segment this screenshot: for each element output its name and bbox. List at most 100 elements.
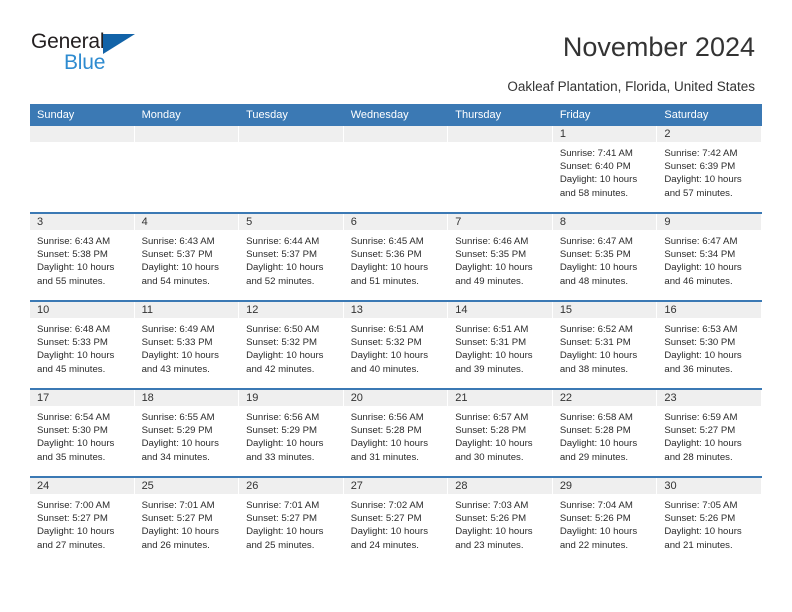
day-details: Sunrise: 7:04 AM Sunset: 5:26 PM Daylight:… <box>553 494 658 552</box>
sunrise-text: Sunrise: 6:44 AM <box>246 236 320 247</box>
day-details: Sunrise: 6:59 AM Sunset: 5:27 PM Daylight:… <box>657 406 762 464</box>
calendar-week-row: 1 Sunrise: 7:41 AM Sunset: 6:40 PM Daylight… <box>30 126 762 213</box>
day-cell-inner: 12 Sunrise: 6:50 AM Sunset: 5:32 PM Dayligh… <box>239 302 344 388</box>
sunrise-text: Sunrise: 6:58 AM <box>559 412 633 423</box>
calendar-day-cell[interactable]: 15 Sunrise: 6:52 AM Sunset: 5:31 PM Dayligh… <box>552 300 658 389</box>
day-cell-inner: 20 Sunrise: 6:56 AM Sunset: 5:28 PM Dayligh… <box>343 390 449 476</box>
sunset-text: Sunset: 5:26 PM <box>664 513 736 525</box>
sunset-text: Sunset: 5:37 PM <box>141 249 213 261</box>
calendar-day-cell[interactable]: 19 Sunrise: 6:56 AM Sunset: 5:29 PM Dayligh… <box>239 388 344 477</box>
sunset-text: Sunset: 5:27 PM <box>664 425 736 437</box>
page-title: November 2024 <box>562 32 755 62</box>
day-header-friday: Friday <box>552 104 658 126</box>
calendar-day-cell[interactable]: 22 Sunrise: 6:58 AM Sunset: 5:28 PM Dayligh… <box>552 388 658 477</box>
daylight-text: Daylight: 10 hours and 48 minutes. <box>559 262 638 287</box>
calendar-day-cell[interactable]: 2 Sunrise: 7:42 AM Sunset: 6:39 PM Daylight… <box>657 126 762 213</box>
calendar-day-cell[interactable]: 18 Sunrise: 6:55 AM Sunset: 5:29 PM Dayligh… <box>134 388 240 477</box>
calendar-day-cell[interactable]: 13 Sunrise: 6:51 AM Sunset: 5:32 PM Dayligh… <box>343 300 449 389</box>
daylight-text: Daylight: 10 hours and 55 minutes. <box>37 262 115 287</box>
daylight-text: Daylight: 10 hours and 31 minutes. <box>350 438 429 463</box>
calendar-day-cell[interactable]: 12 Sunrise: 6:50 AM Sunset: 5:32 PM Dayligh… <box>239 300 344 389</box>
calendar-day-cell[interactable]: 14 Sunrise: 6:51 AM Sunset: 5:31 PM Dayligh… <box>448 300 553 389</box>
sunset-text: Sunset: 5:31 PM <box>559 337 631 349</box>
day-cell-inner: 26 Sunrise: 7:01 AM Sunset: 5:27 PM Dayligh… <box>239 478 344 564</box>
calendar-day-cell[interactable]: 25 Sunrise: 7:01 AM Sunset: 5:27 PM Dayligh… <box>134 476 240 564</box>
day-number: 22 <box>552 390 658 406</box>
day-details: Sunrise: 7:41 AM Sunset: 6:40 PM Daylight:… <box>553 142 658 200</box>
daylight-text: Daylight: 10 hours and 39 minutes. <box>455 350 533 375</box>
day-header-sunday: Sunday <box>30 104 135 126</box>
daylight-text: Daylight: 10 hours and 51 minutes. <box>350 262 429 287</box>
day-details: Sunrise: 6:53 AM Sunset: 5:30 PM Daylight:… <box>657 318 762 376</box>
day-cell-inner <box>448 126 553 212</box>
daylight-text: Daylight: 10 hours and 45 minutes. <box>37 350 115 375</box>
day-number: 27 <box>343 478 449 494</box>
day-number: 3 <box>30 214 135 230</box>
day-of-week-header-row: Sunday Monday Tuesday Wednesday Thursday… <box>30 104 762 126</box>
calendar-day-cell[interactable]: 1 Sunrise: 7:41 AM Sunset: 6:40 PM Daylight… <box>552 126 658 213</box>
calendar-day-cell <box>134 126 240 213</box>
day-header-saturday: Saturday <box>657 104 762 126</box>
daylight-text: Daylight: 10 hours and 43 minutes. <box>141 350 219 375</box>
daylight-text: Daylight: 10 hours and 52 minutes. <box>246 262 324 287</box>
sunrise-text: Sunrise: 6:52 AM <box>559 324 633 335</box>
page-header: General Blue November 2024 Oakleaf Plant… <box>0 0 792 104</box>
calendar-day-cell[interactable]: 17 Sunrise: 6:54 AM Sunset: 5:30 PM Dayligh… <box>30 388 135 477</box>
day-number: 12 <box>239 302 344 318</box>
day-details: Sunrise: 6:50 AM Sunset: 5:32 PM Daylight:… <box>239 318 344 376</box>
day-number: 8 <box>552 214 658 230</box>
calendar-day-cell[interactable]: 8 Sunrise: 6:47 AM Sunset: 5:35 PM Daylight… <box>552 212 658 301</box>
day-details: Sunrise: 7:01 AM Sunset: 5:27 PM Daylight:… <box>135 494 240 552</box>
calendar-day-cell[interactable]: 9 Sunrise: 6:47 AM Sunset: 5:34 PM Daylight… <box>657 212 762 301</box>
logo-text-blue: Blue <box>64 51 106 74</box>
sunrise-text: Sunrise: 6:51 AM <box>455 324 529 335</box>
calendar-day-cell[interactable]: 23 Sunrise: 6:59 AM Sunset: 5:27 PM Dayligh… <box>657 388 762 477</box>
sunset-text: Sunset: 6:39 PM <box>664 161 736 173</box>
day-number: 6 <box>343 214 449 230</box>
calendar-day-cell[interactable]: 4 Sunrise: 6:43 AM Sunset: 5:37 PM Daylight… <box>134 212 240 301</box>
sunset-text: Sunset: 5:27 PM <box>37 513 108 525</box>
calendar-day-cell[interactable]: 28 Sunrise: 7:03 AM Sunset: 5:26 PM Dayligh… <box>448 476 553 564</box>
daylight-text: Daylight: 10 hours and 34 minutes. <box>141 438 219 463</box>
daylight-text: Daylight: 10 hours and 46 minutes. <box>664 262 742 287</box>
calendar-day-cell[interactable]: 5 Sunrise: 6:44 AM Sunset: 5:37 PM Daylight… <box>239 212 344 301</box>
day-number: 4 <box>134 214 240 230</box>
calendar-day-cell[interactable]: 21 Sunrise: 6:57 AM Sunset: 5:28 PM Dayligh… <box>448 388 553 477</box>
calendar-day-cell[interactable]: 16 Sunrise: 6:53 AM Sunset: 5:30 PM Dayligh… <box>657 300 762 389</box>
day-details: Sunrise: 6:52 AM Sunset: 5:31 PM Daylight:… <box>553 318 658 376</box>
daylight-text: Daylight: 10 hours and 54 minutes. <box>141 262 219 287</box>
daylight-text: Daylight: 10 hours and 49 minutes. <box>455 262 533 287</box>
calendar-day-cell <box>343 126 449 213</box>
sunrise-text: Sunrise: 6:46 AM <box>455 236 529 247</box>
day-header-thursday: Thursday <box>448 104 553 126</box>
sunset-text: Sunset: 5:31 PM <box>455 337 527 349</box>
calendar-day-cell[interactable]: 20 Sunrise: 6:56 AM Sunset: 5:28 PM Dayligh… <box>343 388 449 477</box>
day-cell-inner: 10 Sunrise: 6:48 AM Sunset: 5:33 PM Dayligh… <box>30 302 135 388</box>
day-number: 13 <box>343 302 449 318</box>
calendar-day-cell[interactable]: 29 Sunrise: 7:04 AM Sunset: 5:26 PM Dayligh… <box>552 476 658 564</box>
daylight-text: Daylight: 10 hours and 26 minutes. <box>141 526 219 551</box>
calendar-day-cell[interactable]: 7 Sunrise: 6:46 AM Sunset: 5:35 PM Daylight… <box>448 212 553 301</box>
general-blue-logo[interactable]: General Blue <box>31 30 161 78</box>
day-number: 30 <box>657 478 762 494</box>
calendar-day-cell[interactable]: 11 Sunrise: 6:49 AM Sunset: 5:33 PM Dayligh… <box>134 300 240 389</box>
calendar-day-cell[interactable]: 26 Sunrise: 7:01 AM Sunset: 5:27 PM Dayligh… <box>239 476 344 564</box>
day-cell-inner: 16 Sunrise: 6:53 AM Sunset: 5:30 PM Dayligh… <box>657 302 762 388</box>
calendar-day-cell[interactable]: 10 Sunrise: 6:48 AM Sunset: 5:33 PM Dayligh… <box>30 300 135 389</box>
day-number <box>134 126 240 142</box>
calendar-day-cell[interactable]: 27 Sunrise: 7:02 AM Sunset: 5:27 PM Dayligh… <box>343 476 449 564</box>
day-cell-inner: 2 Sunrise: 7:42 AM Sunset: 6:39 PM Daylight… <box>657 126 762 212</box>
calendar-day-cell[interactable]: 24 Sunrise: 7:00 AM Sunset: 5:27 PM Dayligh… <box>30 476 135 564</box>
calendar-body: 1 Sunrise: 7:41 AM Sunset: 6:40 PM Daylight… <box>30 126 762 564</box>
calendar-day-cell[interactable]: 3 Sunrise: 6:43 AM Sunset: 5:38 PM Daylight… <box>30 212 135 301</box>
day-number: 17 <box>30 390 135 406</box>
sunrise-text: Sunrise: 6:47 AM <box>664 236 738 247</box>
day-number: 29 <box>552 478 658 494</box>
daylight-text: Daylight: 10 hours and 33 minutes. <box>246 438 324 463</box>
calendar-day-cell[interactable]: 30 Sunrise: 7:05 AM Sunset: 5:26 PM Dayligh… <box>657 476 762 564</box>
day-cell-inner: 22 Sunrise: 6:58 AM Sunset: 5:28 PM Dayligh… <box>552 390 658 476</box>
sunset-text: Sunset: 5:33 PM <box>37 337 108 349</box>
calendar-day-cell[interactable]: 6 Sunrise: 6:45 AM Sunset: 5:36 PM Daylight… <box>343 212 449 301</box>
day-number: 18 <box>134 390 240 406</box>
sunrise-text: Sunrise: 6:51 AM <box>350 324 424 335</box>
